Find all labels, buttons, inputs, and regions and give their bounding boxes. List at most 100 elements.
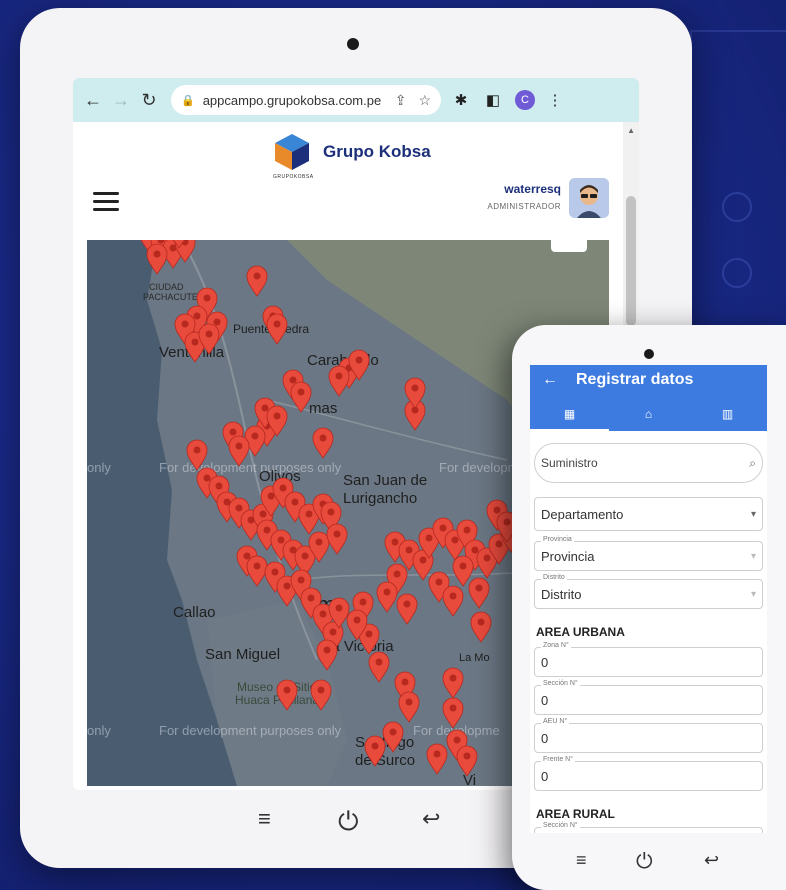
brand-logo: GRUPOKOBSA Grupo Kobsa — [273, 132, 431, 180]
power-icon[interactable]: ⏻ — [338, 806, 359, 838]
field-label: Frente N° — [541, 756, 576, 763]
page-title: Registrar datos — [576, 371, 694, 388]
dropdown-arrow-icon: ▾ — [750, 550, 756, 562]
map-marker-icon[interactable] — [368, 651, 390, 683]
map-marker-icon[interactable] — [266, 313, 288, 345]
recent-apps-icon[interactable]: ≡ — [576, 850, 587, 871]
map-marker-icon[interactable] — [146, 243, 168, 275]
map-marker-icon[interactable] — [290, 381, 312, 413]
logo-cube-icon: GRUPOKOBSA — [273, 132, 313, 180]
select-value: Departamento — [541, 506, 624, 522]
tablet-camera — [347, 38, 359, 50]
menu-kebab-icon[interactable]: ⋮ — [543, 88, 567, 112]
map-marker-icon[interactable] — [382, 721, 404, 753]
bookmark-star-icon[interactable]: ☆ — [418, 92, 431, 109]
map-marker-icon[interactable] — [376, 581, 398, 613]
back-icon[interactable]: ↩ — [704, 850, 719, 871]
seccion-rural-input[interactable]: Sección N° — [534, 822, 763, 833]
map-marker-icon[interactable] — [470, 611, 492, 643]
profile-avatar[interactable]: C — [515, 90, 535, 110]
map-marker-icon[interactable] — [228, 435, 250, 467]
map-marker-icon[interactable] — [398, 691, 420, 723]
phone-app-bar: ← Registrar datos ▦ ⌂ ▥ — [530, 365, 767, 431]
bg-decoration-circle — [722, 258, 752, 288]
power-icon[interactable]: ⏻ — [636, 850, 653, 874]
section-title-rural: AREA RURAL — [536, 807, 615, 821]
dropdown-arrow-icon: ▾ — [750, 588, 756, 600]
select-value: Provincia — [541, 548, 595, 564]
meter-icon: ▥ — [721, 407, 734, 421]
seccion-input[interactable]: Sección N° 0 — [534, 680, 763, 715]
browser-toolbar: ← → ↻ 🔒 appcampo.grupokobsa.com.pe ⇪ ☆ ✱… — [73, 78, 639, 122]
field-label: Sección N° — [541, 680, 580, 687]
map-marker-icon[interactable] — [310, 679, 332, 711]
input-value: 0 — [541, 692, 549, 708]
field-label: Provincia — [541, 536, 574, 543]
url-text: appcampo.grupokobsa.com.pe — [202, 92, 382, 108]
search-icon: ⌕ — [749, 455, 756, 470]
phone-camera — [644, 349, 654, 359]
map-marker-icon[interactable] — [246, 265, 268, 297]
phone-screen: ← Registrar datos ▦ ⌂ ▥ Suministro ⌕ Dep… — [530, 365, 767, 833]
tab-meter[interactable]: ▥ — [688, 407, 767, 421]
map-zoom-control[interactable] — [551, 240, 587, 252]
reload-icon[interactable]: ↻ — [137, 88, 161, 112]
select-value: Distrito — [541, 586, 582, 602]
scrollbar-thumb[interactable] — [626, 196, 636, 326]
map-marker-icon[interactable] — [456, 745, 478, 777]
scroll-up-arrow-icon[interactable]: ▲ — [627, 126, 635, 135]
map-marker-icon[interactable] — [396, 593, 418, 625]
dropdown-arrow-icon: ▾ — [750, 508, 756, 520]
provincia-select[interactable]: Provincia Provincia ▾ — [534, 536, 763, 571]
map-marker-icon[interactable] — [426, 743, 448, 775]
bg-decoration — [690, 30, 786, 100]
share-icon[interactable]: ⇪ — [395, 92, 407, 109]
user-info[interactable]: waterresq ADMINISTRADOR — [487, 182, 561, 211]
map-marker-icon[interactable] — [186, 439, 208, 471]
map-marker-icon[interactable] — [442, 667, 464, 699]
map-marker-icon[interactable] — [328, 365, 350, 397]
field-label: Distrito — [541, 574, 567, 581]
distrito-select[interactable]: Distrito Distrito ▾ — [534, 574, 763, 609]
map-marker-icon[interactable] — [364, 735, 386, 767]
sidepanel-icon[interactable]: ◧ — [481, 88, 505, 112]
departamento-select[interactable]: Departamento ▾ — [534, 497, 763, 531]
search-placeholder: Suministro — [541, 456, 598, 470]
back-arrow-icon[interactable]: ← — [81, 88, 105, 112]
aeu-input[interactable]: AEU N° 0 — [534, 718, 763, 753]
hamburger-menu-icon[interactable] — [93, 192, 119, 212]
zona-input[interactable]: Zona N° 0 — [534, 642, 763, 677]
bg-decoration-circle — [722, 192, 752, 222]
phone-device: ← Registrar datos ▦ ⌂ ▥ Suministro ⌕ Dep… — [512, 325, 786, 890]
user-role: ADMINISTRADOR — [487, 202, 561, 211]
brand-subtext: GRUPOKOBSA — [273, 174, 314, 180]
map-marker-icon[interactable] — [276, 679, 298, 711]
forward-arrow-icon[interactable]: → — [109, 88, 133, 112]
back-arrow-icon[interactable]: ← — [542, 371, 558, 389]
input-value: 0 — [541, 730, 549, 746]
map-marker-icon[interactable] — [316, 639, 338, 671]
back-icon[interactable]: ↩ — [422, 806, 440, 832]
brand-name: Grupo Kobsa — [323, 142, 431, 161]
tab-map[interactable]: ▦ — [530, 407, 609, 431]
user-avatar[interactable] — [569, 178, 609, 218]
input-value: 0 — [541, 654, 549, 670]
app-header: GRUPOKOBSA Grupo Kobsa waterresq ADMINIS… — [73, 122, 623, 234]
recent-apps-icon[interactable]: ≡ — [258, 806, 271, 832]
extensions-icon[interactable]: ✱ — [449, 88, 473, 112]
frente-input[interactable]: Frente N° 0 — [534, 756, 763, 791]
search-input[interactable]: Suministro ⌕ — [534, 443, 763, 483]
field-label: Sección N° — [541, 822, 580, 829]
map-marker-icon[interactable] — [442, 585, 464, 617]
tab-home[interactable]: ⌂ — [609, 407, 688, 421]
address-bar[interactable]: 🔒 appcampo.grupokobsa.com.pe ⇪ ☆ — [171, 85, 441, 115]
map-marker-icon[interactable] — [442, 697, 464, 729]
phone-nav-bar: ≡ ⏻ ↩ — [512, 850, 786, 880]
map-marker-icon[interactable] — [468, 577, 490, 609]
home-icon: ⌂ — [644, 407, 653, 421]
map-marker-icon[interactable] — [312, 427, 334, 459]
map-marker-icon[interactable] — [326, 523, 348, 555]
map-marker-icon[interactable] — [452, 555, 474, 587]
field-label: AEU N° — [541, 718, 570, 725]
map-marker-icon[interactable] — [246, 555, 268, 587]
